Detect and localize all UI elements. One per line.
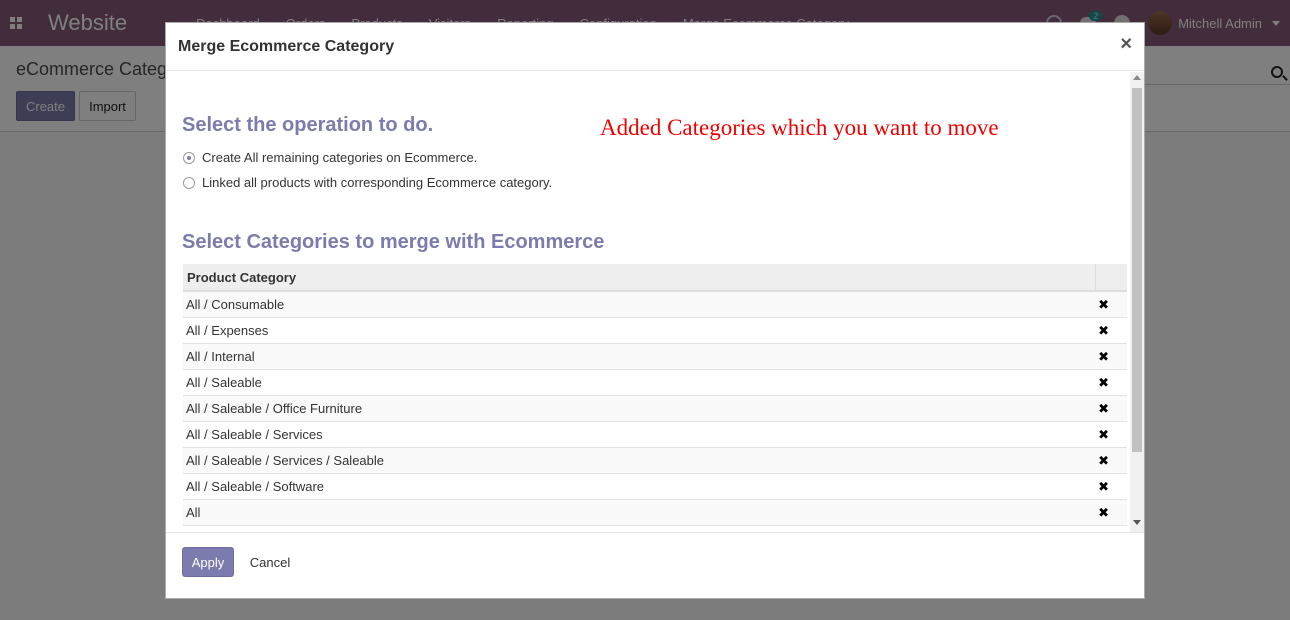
operation-title: Select the operation to do. [182,114,434,136]
modal-scrollbar[interactable] [1130,72,1144,532]
table-row[interactable]: All / Internal ✖ [183,344,1127,370]
column-divider [1095,264,1096,292]
category-name: All [186,505,201,520]
column-product-category[interactable]: Product Category [183,270,296,285]
category-name: All / Expenses [186,323,269,338]
table-row[interactable]: All / Saleable / Services / Saleable ✖ [183,448,1127,474]
table-row[interactable]: All ✖ [183,500,1127,526]
apply-button[interactable]: Apply [182,547,234,577]
category-name: All / Saleable / Office Furniture [186,401,363,416]
category-name: All / Saleable / Software [186,479,325,494]
table-row[interactable]: All / Saleable / Software ✖ [183,474,1127,500]
category-name: All / Internal [186,349,255,364]
category-name: All / Saleable / Services / Saleable [186,453,384,468]
categories-title: Select Categories to merge with Ecommerc… [182,231,605,253]
category-name: All / Consumable [186,297,285,312]
delete-icon[interactable]: ✖ [1098,376,1109,389]
option-label: Linked all products with corresponding E… [202,175,553,190]
delete-icon[interactable]: ✖ [1098,506,1109,519]
close-icon[interactable]: × [1120,33,1132,56]
category-name: All / Saleable / Services [186,427,323,442]
delete-icon[interactable]: ✖ [1098,298,1109,311]
table-row[interactable]: All / Saleable ✖ [183,370,1127,396]
merge-category-dialog: Merge Ecommerce Category × Select the op… [165,22,1145,599]
table-row[interactable]: All / Expenses ✖ [183,318,1127,344]
modal-body: Select the operation to do. Added Catego… [166,72,1144,532]
option-label: Create All remaining categories on Ecomm… [202,150,478,165]
radio-create-all[interactable] [183,151,195,164]
delete-icon[interactable]: ✖ [1098,350,1109,363]
modal-footer: Apply Cancel [166,532,1144,599]
table-row[interactable]: All / Consumable ✖ [183,292,1127,318]
category-table: Product Category All / Consumable ✖ All /… [183,264,1127,526]
delete-icon[interactable]: ✖ [1098,324,1109,337]
delete-icon[interactable]: ✖ [1098,428,1109,441]
radio-link-products[interactable] [183,176,195,189]
modal-header: Merge Ecommerce Category × [166,23,1144,71]
delete-icon[interactable]: ✖ [1098,454,1109,467]
option-link-products[interactable]: Linked all products with corresponding E… [183,175,552,190]
delete-icon[interactable]: ✖ [1098,480,1109,493]
cancel-button[interactable]: Cancel [242,547,298,577]
scroll-down-icon[interactable] [1133,520,1141,525]
table-header: Product Category [183,264,1127,292]
option-create-all[interactable]: Create All remaining categories on Ecomm… [183,150,477,165]
table-row[interactable]: All / Saleable / Services ✖ [183,422,1127,448]
annotation-text: Added Categories which you want to move [600,115,999,140]
scroll-up-icon[interactable] [1133,75,1141,80]
delete-icon[interactable]: ✖ [1098,402,1109,415]
category-name: All / Saleable [186,375,262,390]
table-row[interactable]: All / Saleable / Office Furniture ✖ [183,396,1127,422]
modal-title: Merge Ecommerce Category [178,37,395,55]
scroll-thumb[interactable] [1132,88,1142,452]
